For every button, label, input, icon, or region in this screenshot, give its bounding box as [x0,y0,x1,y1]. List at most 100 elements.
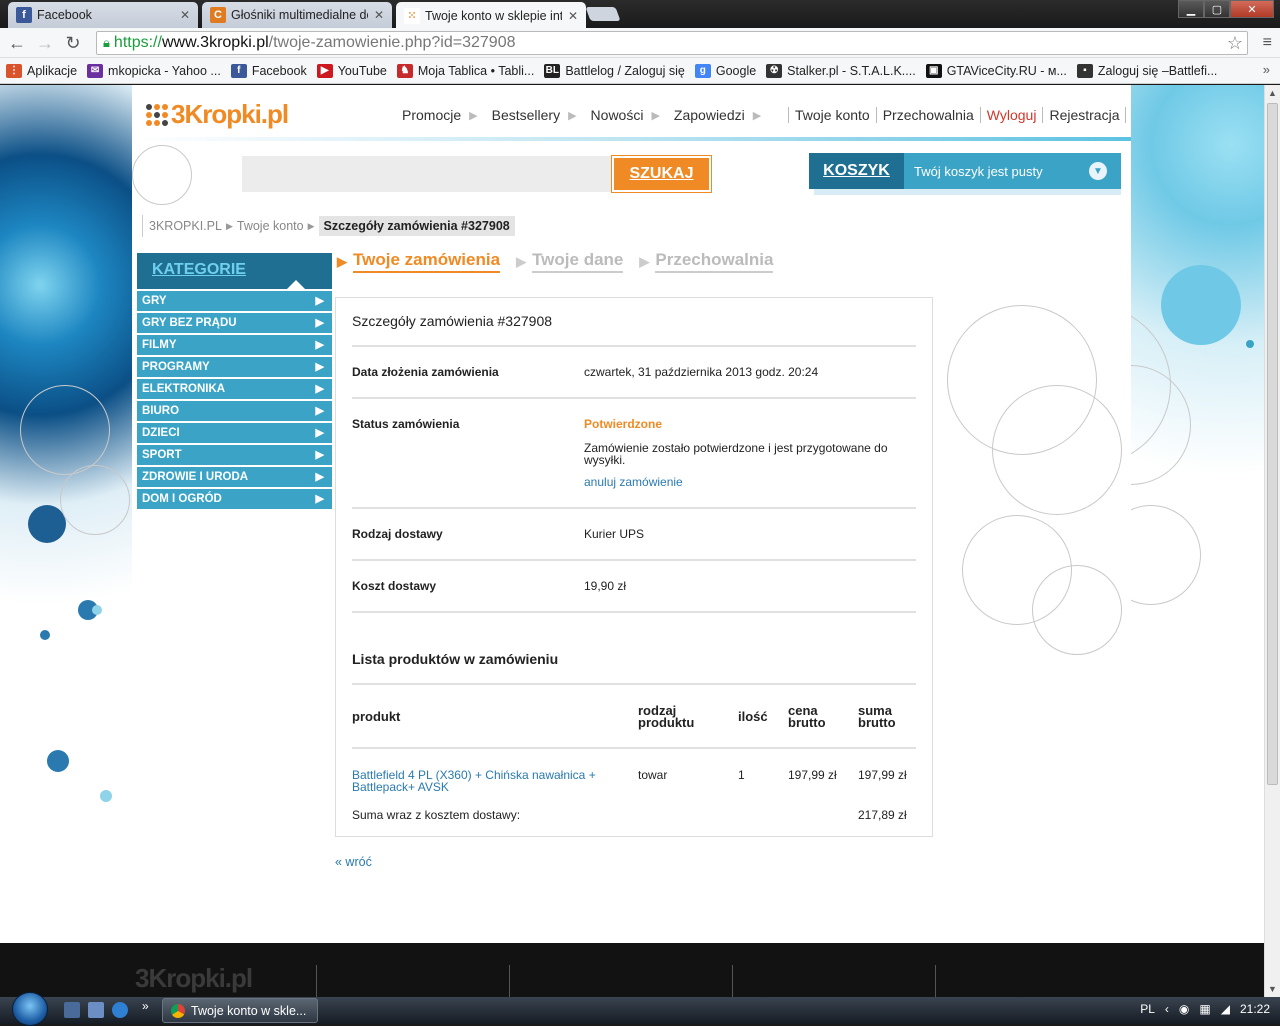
link-rejestracja[interactable]: Rejestracja [1042,107,1127,123]
youtube-icon: ▶ [316,63,333,78]
link-wyloguj[interactable]: Wyloguj [979,107,1043,123]
show-desktop-icon[interactable] [64,1002,80,1018]
tab-twoje-zamowienia[interactable]: ▶ Twoje zamówienia [337,250,501,273]
scroll-up-icon[interactable]: ▲ [1268,88,1277,98]
cancel-order-link[interactable]: anuluj zamówienie [584,475,683,489]
close-icon[interactable]: ✕ [180,8,190,22]
category-gry[interactable]: GRY ▶ [137,291,332,311]
category-sport[interactable]: SPORT ▶ [137,445,332,465]
delivery-cost-value: 19,90 zł [584,579,627,593]
forward-icon[interactable]: → [34,32,56,54]
category-biuro[interactable]: BIURO ▶ [137,401,332,421]
triangle-right-icon: ▶ [516,253,527,269]
nav-nowosci[interactable]: Nowości ▶ [591,107,660,123]
search-input[interactable] [242,156,612,192]
close-icon[interactable]: ✕ [374,8,384,22]
tray-app-icon[interactable]: ◉ [1179,1002,1189,1016]
cart-info[interactable]: Twój koszyk jest pusty ▼ [904,153,1121,189]
category-filmy[interactable]: FILMY ▶ [137,335,332,355]
product-link[interactable]: Battlefield 4 PL (X360) + Chińska nawałn… [352,769,622,793]
decor [1246,340,1254,348]
menu-icon[interactable]: ≡ [1263,34,1272,52]
page-scrollbar[interactable]: ▲ ▼ [1264,85,1280,997]
close-icon[interactable]: ✕ [568,9,578,23]
network-icon[interactable]: ▦ [1199,1002,1210,1016]
cart-widget[interactable]: KOSZYK Twój koszyk jest pusty ▼ [809,153,1121,189]
tab-facebook[interactable]: f Facebook ✕ [8,2,198,28]
decor [40,630,50,640]
cart-label[interactable]: KOSZYK [809,153,904,189]
breadcrumb-home[interactable]: 3KROPKI.PL [149,219,222,233]
decor [47,750,69,772]
bookmark-stalker[interactable]: ☢ Stalker.pl - S.T.A.L.K.... [766,63,916,78]
maximize-icon[interactable]: ▢ [1204,0,1230,18]
category-dom-i-ogrod[interactable]: DOM I OGRÓD ▶ [137,489,332,509]
search-button[interactable]: SZUKAJ [611,155,712,193]
bookmarks-bar: ⋮ Aplikacje ✉ mkopicka - Yahoo ... f Facebo… [0,58,1280,84]
bookmark-yahoo[interactable]: ✉ mkopicka - Yahoo ... [87,63,221,78]
address-bar[interactable]: 🔒︎ https://www.3kropki.pl/twoje-zamowien… [96,31,1248,55]
browser-toolbar: ← → ↻ 🔒︎ https://www.3kropki.pl/twoje-za… [0,28,1280,58]
bookmark-star-icon[interactable]: ☆ [1227,33,1243,54]
bookmark-youtube[interactable]: ▶ YouTube [316,63,387,78]
tablica-icon: ♞ [396,63,413,78]
triangle-right-icon: ▶ [337,253,347,269]
start-button[interactable] [12,992,48,1026]
ie-icon[interactable] [112,1002,128,1018]
google-icon: g [694,63,711,78]
bookmark-gtavc[interactable]: ▣ GTAViceCity.RU - м... [925,63,1067,78]
footer-logo[interactable]: 3Kropki.pl [135,963,253,994]
product-type: towar [638,768,668,782]
tab-przechowalnia[interactable]: ▶ Przechowalnia [639,250,774,273]
back-icon[interactable]: ← [6,32,28,54]
reload-icon[interactable]: ↻ [62,32,84,54]
chevron-left-icon[interactable]: ‹ [1165,1002,1169,1016]
chevron-right-icon[interactable]: » [142,999,149,1013]
category-gry-bez-pradu[interactable]: GRY BEZ PRĄDU ▶ [137,313,332,333]
tab-ceneo[interactable]: C Głośniki multimedialne do ✕ [202,2,392,28]
nav-bestsellery[interactable]: Bestsellery ▶ [492,107,577,123]
category-programy[interactable]: PROGRAMY ▶ [137,357,332,377]
explorer-icon[interactable] [88,1002,104,1018]
breadcrumb-separator-icon: ▶ [307,220,315,231]
chevron-right-icon[interactable]: » [1263,62,1270,77]
bookmark-facebook[interactable]: f Facebook [230,63,307,78]
column-header-type: rodzaj produktu [638,703,695,730]
scroll-down-icon[interactable]: ▼ [1268,984,1277,994]
bookmark-tablica[interactable]: ♞ Moja Tablica • Tabli... [396,63,534,78]
chevron-down-icon[interactable]: ▼ [1089,162,1107,180]
divider [352,559,916,561]
category-zdrowie-i-uroda[interactable]: ZDROWIE I URODA ▶ [137,467,332,487]
tab-twoje-dane[interactable]: ▶ Twoje dane [516,250,624,273]
site-footer: 3Kropki.pl [0,943,1264,997]
close-window-icon[interactable]: ✕ [1230,0,1274,18]
tab-3kropki[interactable]: ⁙ Twoje konto w sklepie inte ✕ [396,2,586,29]
bookmark-label: Zaloguj się –Battlefi... [1097,63,1218,78]
site-logo[interactable]: 3Kropki.pl [146,99,289,130]
category-elektronika[interactable]: ELEKTRONIKA ▶ [137,379,332,399]
breadcrumb-account[interactable]: Twoje konto [237,219,304,233]
bookmark-battlefield[interactable]: ▪ Zaloguj się –Battlefi... [1076,63,1218,78]
link-twoje-konto[interactable]: Twoje konto [788,107,876,123]
back-link[interactable]: « wróć [335,855,372,869]
lock-icon: 🔒︎ [103,35,110,50]
clock[interactable]: 21:22 [1240,1002,1270,1016]
taskbar-chrome-window[interactable]: Twoje konto w skle... [162,998,318,1023]
bookmark-label: mkopicka - Yahoo ... [108,63,221,78]
category-dzieci[interactable]: DZIECI ▶ [137,423,332,443]
minimize-icon[interactable]: ▁ [1178,0,1204,18]
nav-promocje[interactable]: Promocje ▶ [402,107,478,123]
background-art-left [0,85,132,997]
nav-zapowiedzi[interactable]: Zapowiedzi ▶ [674,107,761,123]
language-indicator[interactable]: PL [1140,1002,1155,1016]
new-tab-button[interactable] [585,7,621,21]
volume-icon[interactable]: ◢ [1221,1002,1230,1016]
total-label: Suma wraz z kosztem dostawy: [352,808,521,822]
arrow-right-icon: ▶ [568,109,577,122]
link-przechowalnia[interactable]: Przechowalnia [875,107,980,123]
bookmark-google[interactable]: g Google [694,63,756,78]
arrow-right-icon: ▶ [315,449,324,461]
scrollbar-thumb[interactable] [1267,103,1278,785]
bookmark-battlelog[interactable]: BL Battlelog / Zaloguj się [544,63,685,78]
bookmark-apps[interactable]: ⋮ Aplikacje [6,63,77,78]
